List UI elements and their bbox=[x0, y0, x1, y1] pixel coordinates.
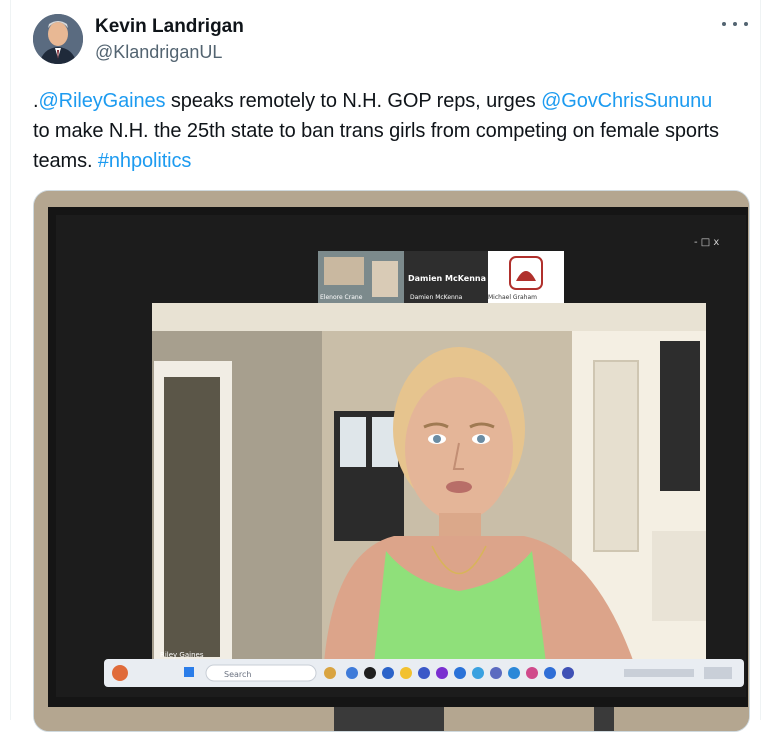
author-display-name[interactable]: Kevin Landrigan bbox=[95, 16, 244, 38]
main-video: Riley Gaines bbox=[152, 303, 706, 663]
more-options-icon[interactable] bbox=[722, 14, 748, 34]
tweet-text: .@RileyGaines speaks remotely to N.H. GO… bbox=[33, 90, 719, 172]
speaker-tile-title: Damien McKenna bbox=[408, 274, 486, 283]
mention-link[interactable]: @GovChrisSununu bbox=[541, 90, 712, 112]
taskbar: Search bbox=[104, 659, 744, 687]
dot bbox=[722, 22, 726, 26]
hashtag-link[interactable]: #nhpolitics bbox=[98, 150, 192, 172]
tweet-card: Kevin Landrigan @KlandriganUL .@RileyGai… bbox=[10, 0, 761, 732]
tile-name: Michael Graham bbox=[488, 294, 537, 301]
dot bbox=[733, 22, 737, 26]
dot bbox=[744, 22, 748, 26]
main-speaker-label: Riley Gaines bbox=[160, 651, 204, 659]
mention-link[interactable]: @RileyGaines bbox=[38, 90, 165, 112]
tile-name: Damien McKenna bbox=[410, 294, 463, 301]
participant-strip: Damien McKenna Elenore Crane Damien McKe… bbox=[318, 251, 564, 303]
author-handle[interactable]: @KlandriganUL bbox=[95, 42, 222, 63]
window-controls: - □ x bbox=[694, 237, 719, 248]
avatar-photo bbox=[33, 14, 83, 64]
taskbar-search-placeholder: Search bbox=[224, 670, 251, 679]
tweet-photo[interactable]: - □ x Damien McKenna Elenore Crane Damie… bbox=[33, 190, 750, 732]
avatar[interactable] bbox=[33, 14, 83, 64]
tile-name: Elenore Crane bbox=[320, 294, 363, 301]
tv-photo: - □ x Damien McKenna Elenore Crane Damie… bbox=[34, 191, 749, 731]
